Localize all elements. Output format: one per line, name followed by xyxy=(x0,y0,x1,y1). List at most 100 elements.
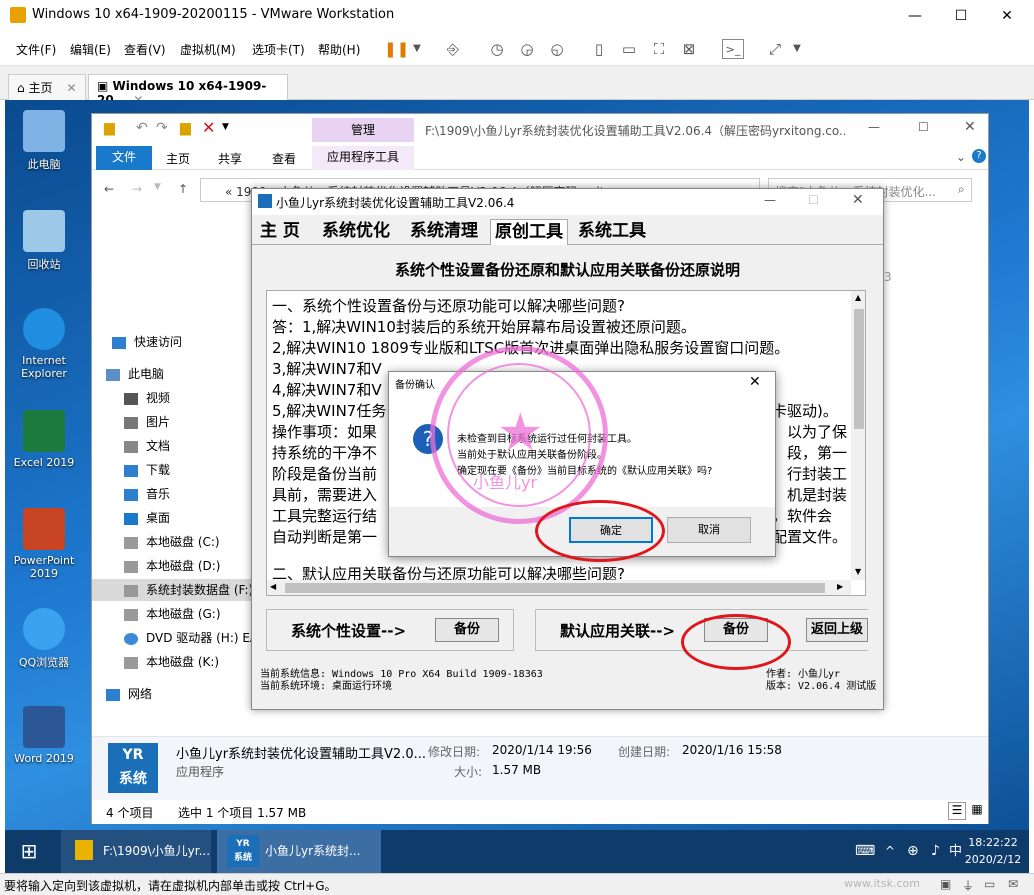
guest-screen[interactable]: 此电脑 回收站 Internet Explorer Excel 2019 Pow… xyxy=(5,100,1029,873)
vertical-scrollbar[interactable]: ▲ ▼ xyxy=(851,291,865,580)
sidebar-icon[interactable]: ▯ xyxy=(588,39,610,59)
thumbnail-icon[interactable]: ▭ xyxy=(618,39,640,59)
nav-drive-d[interactable]: 本地磁盘 (D:) xyxy=(124,555,220,577)
close-button[interactable]: ✕ xyxy=(984,0,1030,32)
chevron-right-icon[interactable]: ▶ xyxy=(837,582,843,591)
menu-vm[interactable]: 虚拟机(M) xyxy=(180,41,236,58)
pause-icon[interactable]: ❚❚ xyxy=(384,39,409,59)
stretch-icon[interactable]: ⤢ xyxy=(764,39,786,59)
tab-home[interactable]: 主页 xyxy=(166,150,190,167)
nav-documents[interactable]: 文档 xyxy=(124,435,170,457)
device-icon[interactable]: ▣ xyxy=(940,877,951,891)
windows-start-icon[interactable]: ⊞ xyxy=(5,830,53,873)
send-keys-icon[interactable]: ⎆ xyxy=(442,39,464,59)
fullscreen-icon[interactable]: ⛶ xyxy=(648,39,670,59)
tab-home[interactable]: 主 页 xyxy=(256,219,304,245)
back-icon[interactable]: ← xyxy=(104,182,114,196)
forward-icon[interactable]: → xyxy=(132,182,142,196)
cancel-button[interactable]: 取消 xyxy=(667,517,751,543)
tab-vm[interactable]: ▣ Windows 10 x64-1909-20...✕ xyxy=(88,74,288,107)
maximize-button[interactable]: ☐ xyxy=(808,193,819,207)
nav-this-pc[interactable]: 此电脑 xyxy=(106,363,164,385)
snapshot-icon[interactable]: ◷ xyxy=(486,39,508,59)
up-icon[interactable]: ↑ xyxy=(178,182,188,196)
nav-downloads[interactable]: 下载 xyxy=(124,459,170,481)
close-icon[interactable]: ✕ xyxy=(66,81,76,95)
snapshot-manager-icon[interactable]: ◵ xyxy=(546,39,568,59)
volume-icon[interactable]: ♪ xyxy=(931,830,940,873)
revert-snapshot-icon[interactable]: ◶ xyxy=(516,39,538,59)
chevron-up-icon[interactable]: ^ xyxy=(885,830,895,873)
desktop-icon-qq-browser[interactable]: QQ浏览器 xyxy=(8,608,80,670)
nav-drive-c[interactable]: 本地磁盘 (C:) xyxy=(124,531,220,553)
back-button[interactable]: 返回上级 xyxy=(806,618,868,642)
close-button[interactable]: ✕ xyxy=(749,374,761,390)
close-button[interactable]: ✕ xyxy=(964,119,976,135)
nav-network[interactable]: 网络 xyxy=(106,683,152,705)
menu-file[interactable]: 文件(F) xyxy=(16,41,56,58)
nav-music[interactable]: 音乐 xyxy=(124,483,170,505)
tab-system-optimize[interactable]: 系统优化 xyxy=(318,219,394,245)
desktop-icon-excel[interactable]: Excel 2019 xyxy=(8,410,80,469)
large-icons-view-icon[interactable]: ▦ xyxy=(968,802,986,820)
console-icon[interactable]: >_ xyxy=(722,39,744,59)
unity-icon[interactable]: ⊠ xyxy=(678,39,700,59)
tab-app-tools[interactable]: 应用程序工具 xyxy=(312,146,414,170)
message-icon[interactable]: ✉ xyxy=(1008,877,1018,891)
minimize-button[interactable]: — xyxy=(892,0,938,32)
desktop-icon-this-pc[interactable]: 此电脑 xyxy=(8,110,80,172)
tab-system-clean[interactable]: 系统清理 xyxy=(406,219,482,245)
horizontal-scrollbar[interactable]: ◀ ▶ xyxy=(267,580,851,595)
network-globe-icon[interactable]: ⊕ xyxy=(907,830,919,873)
maximize-button[interactable]: ☐ xyxy=(918,120,929,134)
clock[interactable]: 18:22:22 2020/2/12 xyxy=(963,830,1023,873)
help-icon[interactable]: ? xyxy=(972,149,986,163)
nav-drive-h[interactable]: DVD 驱动器 (H:) EA xyxy=(124,627,258,649)
taskbar-yr-tool[interactable]: YR 系统 小鱼儿yr系统封... xyxy=(217,830,381,873)
tab-system-tools[interactable]: 系统工具 xyxy=(574,219,650,245)
tab-file[interactable]: 文件 xyxy=(96,146,152,170)
undo-icon[interactable]: ↶ xyxy=(136,120,148,136)
chevron-down-icon[interactable]: ▼ xyxy=(786,39,808,59)
tab-original-tools[interactable]: 原创工具 xyxy=(490,219,568,245)
details-view-icon[interactable]: ☰ xyxy=(948,802,966,820)
chevron-down-icon[interactable]: ▼ xyxy=(406,39,428,59)
chevron-left-icon[interactable]: ◀ xyxy=(270,582,276,591)
nav-drive-g[interactable]: 本地磁盘 (G:) xyxy=(124,603,221,625)
minimize-button[interactable]: — xyxy=(868,120,880,134)
desktop-icon-word[interactable]: Word 2019 xyxy=(8,706,80,765)
chevron-down-icon[interactable]: ▼ xyxy=(222,122,229,132)
redo-icon[interactable]: ↷ xyxy=(156,120,168,136)
nav-videos[interactable]: 视频 xyxy=(124,387,170,409)
desktop-icon-ie[interactable]: Internet Explorer xyxy=(8,308,80,380)
chevron-down-icon[interactable]: ▼ xyxy=(154,182,161,192)
ime-indicator[interactable]: 中 xyxy=(949,830,962,873)
chevron-up-icon[interactable]: ▲ xyxy=(855,293,861,302)
chevron-down-icon[interactable]: ▼ xyxy=(855,567,861,576)
desktop-icon-recycle-bin[interactable]: 回收站 xyxy=(8,210,80,272)
tab-home[interactable]: ⌂ 主页 ✕ xyxy=(8,74,86,100)
maximize-button[interactable]: ☐ xyxy=(938,0,984,32)
nav-quick-access[interactable]: 快速访问 xyxy=(112,331,182,353)
nav-drive-k[interactable]: 本地磁盘 (K:) xyxy=(124,651,219,673)
taskbar-explorer[interactable]: F:\1909\小鱼儿yr... xyxy=(61,830,211,873)
display-icon[interactable]: ▭ xyxy=(984,877,995,891)
tab-share[interactable]: 共享 xyxy=(218,150,242,167)
menu-view[interactable]: 查看(V) xyxy=(124,41,166,58)
tab-view[interactable]: 查看 xyxy=(272,150,296,167)
minimize-button[interactable]: — xyxy=(764,193,776,207)
scroll-thumb[interactable] xyxy=(285,583,825,593)
manage-context-tab[interactable]: 管理 xyxy=(312,118,414,142)
usb-icon[interactable]: ⏚ xyxy=(962,877,974,894)
scroll-thumb[interactable] xyxy=(854,309,864,429)
delete-icon[interactable]: ✕ xyxy=(202,118,215,137)
menu-edit[interactable]: 编辑(E) xyxy=(70,41,111,58)
new-folder-icon[interactable]: ▆ xyxy=(180,120,191,136)
nav-pictures[interactable]: 图片 xyxy=(124,411,170,433)
keyboard-icon[interactable]: ⌨ xyxy=(855,830,875,873)
nav-drive-f[interactable]: 系统封装数据盘 (F:) xyxy=(92,579,257,601)
menu-help[interactable]: 帮助(H) xyxy=(318,41,360,58)
close-button[interactable]: ✕ xyxy=(852,192,864,208)
nav-desktop[interactable]: 桌面 xyxy=(124,507,170,529)
personal-backup-button[interactable]: 备份 xyxy=(435,618,499,642)
